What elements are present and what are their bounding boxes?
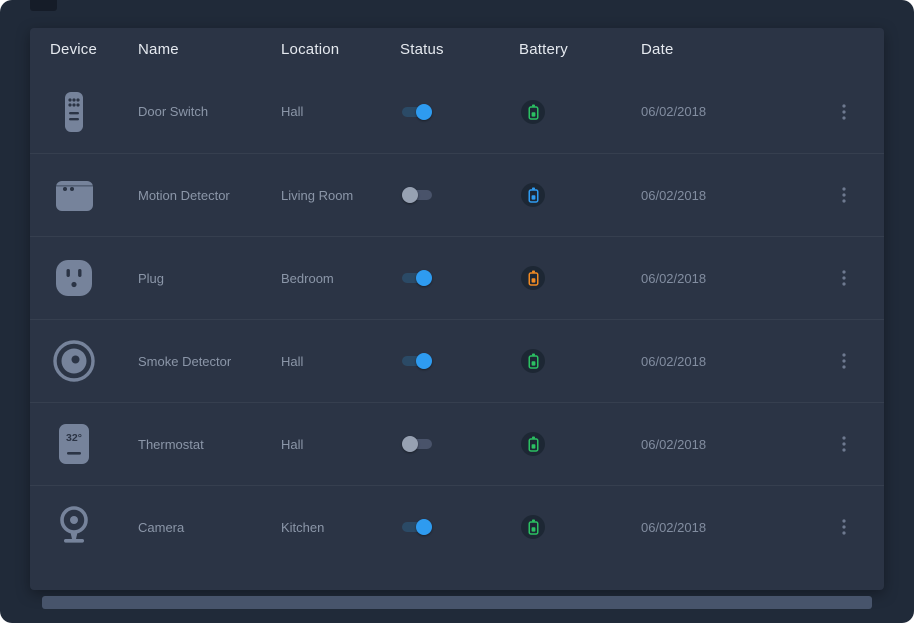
device-location: Hall: [281, 104, 400, 119]
device-name: Camera: [138, 520, 281, 535]
device-table-card: Device Name Location Status Battery Date…: [30, 28, 884, 590]
device-date: 06/02/2018: [641, 437, 824, 452]
device-icon-cell: [50, 173, 138, 217]
table-row: Plug Bedroom 06/02/2018: [30, 236, 884, 319]
device-icon-cell: [50, 339, 138, 383]
kebab-icon: [842, 104, 846, 120]
device-name: Thermostat: [138, 437, 281, 452]
device-location: Hall: [281, 437, 400, 452]
device-name: Plug: [138, 271, 281, 286]
status-toggle[interactable]: [402, 187, 432, 203]
battery-icon: [528, 353, 539, 369]
device-date: 06/02/2018: [641, 188, 824, 203]
plug-icon: [52, 256, 96, 300]
device-name: Door Switch: [138, 104, 281, 119]
device-date: 06/02/2018: [641, 520, 824, 535]
battery-indicator: [521, 349, 545, 373]
battery-icon: [528, 436, 539, 452]
toggle-knob: [416, 104, 432, 120]
toggle-knob: [416, 353, 432, 369]
header-battery: Battery: [519, 41, 641, 58]
battery-indicator: [521, 183, 545, 207]
device-icon-cell: [50, 90, 138, 134]
battery-icon: [528, 104, 539, 120]
thermostat-icon: 32°: [52, 422, 96, 466]
table-header-row: Device Name Location Status Battery Date: [30, 28, 884, 70]
toggle-knob: [416, 519, 432, 535]
remote-icon: [52, 90, 96, 134]
table-row: Smoke Detector Hall 06/02/2018: [30, 319, 884, 402]
thermostat-temperature-label: 32°: [66, 432, 82, 444]
device-date: 06/02/2018: [641, 271, 824, 286]
status-toggle[interactable]: [402, 104, 432, 120]
header-location: Location: [281, 41, 400, 58]
status-toggle[interactable]: [402, 519, 432, 535]
device-name: Smoke Detector: [138, 354, 281, 369]
device-location: Living Room: [281, 188, 400, 203]
device-location: Bedroom: [281, 271, 400, 286]
header-name: Name: [138, 41, 281, 58]
kebab-icon: [842, 353, 846, 369]
kebab-icon: [842, 187, 846, 203]
row-menu-button[interactable]: [836, 515, 852, 539]
table-row: Camera Kitchen 06/02/2018: [30, 485, 884, 568]
header-device: Device: [50, 41, 138, 58]
row-menu-button[interactable]: [836, 100, 852, 124]
device-name: Motion Detector: [138, 188, 281, 203]
row-menu-button[interactable]: [836, 183, 852, 207]
header-date: Date: [641, 41, 824, 58]
toggle-knob: [416, 270, 432, 286]
battery-indicator: [521, 266, 545, 290]
battery-icon: [528, 187, 539, 203]
row-menu-button[interactable]: [836, 432, 852, 456]
device-dashboard: Device Name Location Status Battery Date…: [0, 0, 914, 623]
battery-icon: [528, 270, 539, 286]
toggle-knob: [402, 187, 418, 203]
status-toggle[interactable]: [402, 353, 432, 369]
camera-icon: [52, 505, 96, 549]
device-location: Hall: [281, 354, 400, 369]
status-toggle[interactable]: [402, 270, 432, 286]
device-date: 06/02/2018: [641, 104, 824, 119]
table-row: 32° Thermostat Hall: [30, 402, 884, 485]
device-date: 06/02/2018: [641, 354, 824, 369]
device-icon-cell: 32°: [50, 422, 138, 466]
motion-detector-icon: [52, 173, 96, 217]
smoke-detector-icon: [52, 339, 96, 383]
device-location: Kitchen: [281, 520, 400, 535]
battery-icon: [528, 519, 539, 535]
status-toggle[interactable]: [402, 436, 432, 452]
kebab-icon: [842, 270, 846, 286]
top-notch: [30, 0, 57, 11]
device-icon-cell: [50, 505, 138, 549]
kebab-icon: [842, 519, 846, 535]
table-row: Door Switch Hall 06/02/2018: [30, 70, 884, 153]
header-status: Status: [400, 41, 519, 58]
battery-indicator: [521, 432, 545, 456]
device-icon-cell: [50, 256, 138, 300]
battery-indicator: [521, 100, 545, 124]
row-menu-button[interactable]: [836, 266, 852, 290]
kebab-icon: [842, 436, 846, 452]
stacked-page-edge: [42, 596, 872, 609]
row-menu-button[interactable]: [836, 349, 852, 373]
toggle-knob: [402, 436, 418, 452]
battery-indicator: [521, 515, 545, 539]
table-row: Motion Detector Living Room 06/02/2018: [30, 153, 884, 236]
